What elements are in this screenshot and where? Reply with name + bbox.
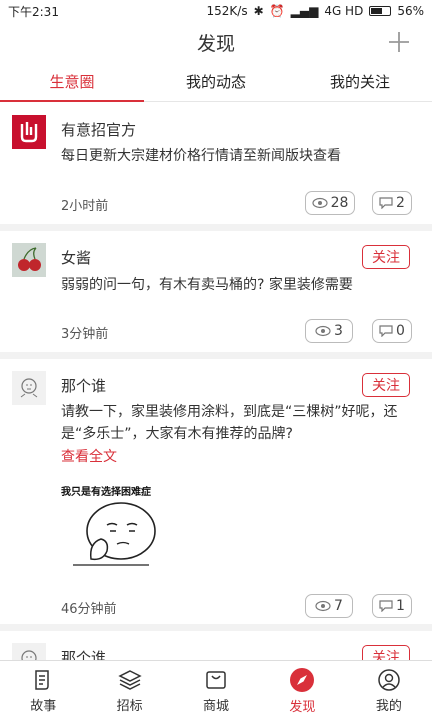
eye-icon bbox=[311, 197, 328, 209]
user-avatar[interactable] bbox=[12, 243, 46, 277]
comment-button[interactable]: 2 bbox=[372, 191, 412, 215]
shop-icon bbox=[206, 670, 226, 689]
view-count: 3 bbox=[305, 319, 353, 343]
eye-icon bbox=[315, 600, 331, 612]
layers-icon bbox=[117, 669, 142, 690]
battery-icon bbox=[369, 6, 392, 16]
story-icon bbox=[35, 669, 49, 690]
user-icon bbox=[378, 668, 400, 691]
post-author[interactable]: 那个谁 bbox=[61, 375, 106, 396]
comment-button[interactable]: 0 bbox=[372, 319, 412, 343]
tab-my-activity[interactable]: 我的动态 bbox=[144, 62, 288, 101]
read-more-link[interactable]: 查看全文 bbox=[61, 446, 117, 466]
view-count: 28 bbox=[305, 191, 355, 215]
nav-story[interactable]: 故事 bbox=[0, 661, 86, 720]
post-content[interactable]: 每日更新大宗建材价格行情请至新闻版块查看 bbox=[61, 145, 415, 167]
view-count-value: 28 bbox=[330, 195, 349, 211]
feed-post[interactable]: 女酱 关注 弱弱的问一句，有木有卖马桶的? 家里装修需要 3分钟前 3 0 bbox=[0, 231, 432, 352]
network-speed: 152K/s bbox=[206, 4, 248, 18]
status-indicators: 152K/s ✱ ⏰ ▂▄▆ 4G HD 56% bbox=[207, 4, 424, 18]
meme-face-image bbox=[73, 502, 156, 566]
follow-button[interactable]: 关注 bbox=[362, 245, 410, 269]
tab-my-follows[interactable]: 我的关注 bbox=[288, 62, 432, 101]
post-author[interactable]: 那个谁 bbox=[61, 647, 106, 660]
compass-icon bbox=[290, 667, 315, 692]
follow-button[interactable]: 关注 bbox=[362, 645, 410, 660]
post-content-line[interactable]: 请教一下，家里装修用涂料，到底是“三棵树”好呢，还 bbox=[61, 401, 415, 423]
feed-list[interactable]: 有意招官方 每日更新大宗建材价格行情请至新闻版块查看 2小时前 28 2 女酱 … bbox=[0, 103, 432, 660]
alarm-icon: ⏰ bbox=[269, 4, 285, 18]
feed-post[interactable]: 那个谁 关注 请教一下，家里装修用涂料，到底是“三棵树”好呢，还 是“多乐士”，… bbox=[0, 359, 432, 624]
comment-count-value: 0 bbox=[396, 323, 405, 339]
feed-post[interactable]: 有意招官方 每日更新大宗建材价格行情请至新闻版块查看 2小时前 28 2 bbox=[0, 103, 432, 224]
header: 发现 bbox=[0, 22, 432, 62]
post-image[interactable]: 我只是有选择困难症 bbox=[61, 477, 211, 577]
post-content[interactable]: 弱弱的问一句，有木有卖马桶的? 家里装修需要 bbox=[61, 274, 415, 296]
post-author[interactable]: 有意招官方 bbox=[61, 119, 136, 140]
nav-shop[interactable]: 商城 bbox=[173, 661, 259, 720]
comment-button[interactable]: 1 bbox=[372, 594, 412, 618]
post-time: 2小时前 bbox=[61, 199, 109, 214]
nav-label: 商城 bbox=[203, 698, 230, 714]
network-type: 4G HD bbox=[324, 4, 364, 18]
nav-label: 我的 bbox=[375, 698, 402, 714]
post-time: 46分钟前 bbox=[61, 602, 117, 617]
user-avatar[interactable] bbox=[12, 643, 46, 660]
follow-button[interactable]: 关注 bbox=[362, 373, 410, 397]
feed-post[interactable]: 那个谁 关注 bbox=[0, 631, 432, 660]
nav-mine[interactable]: 我的 bbox=[346, 661, 432, 720]
page-title: 发现 bbox=[196, 32, 235, 55]
add-icon[interactable] bbox=[386, 29, 412, 55]
nav-bidding[interactable]: 招标 bbox=[86, 661, 172, 720]
nav-discover[interactable]: 发现 bbox=[259, 661, 345, 720]
battery-level: 56% bbox=[397, 4, 424, 18]
signal-icon: ▂▄▆ bbox=[290, 4, 319, 18]
tab-business-circle[interactable]: 生意圈 bbox=[0, 62, 144, 102]
bottom-nav: 故事 招标 商城 发现 我的 bbox=[0, 660, 432, 720]
status-time: 下午2:31 bbox=[8, 4, 59, 19]
nav-label: 招标 bbox=[116, 698, 143, 714]
tab-bar: 生意圈 我的动态 我的关注 bbox=[0, 62, 432, 102]
comment-icon bbox=[379, 325, 393, 337]
view-count-value: 3 bbox=[334, 323, 343, 339]
post-time: 3分钟前 bbox=[61, 327, 109, 342]
bluetooth-icon: ✱ bbox=[253, 4, 264, 18]
view-count-value: 7 bbox=[334, 598, 343, 614]
nav-label: 故事 bbox=[30, 698, 57, 714]
post-author[interactable]: 女酱 bbox=[61, 247, 91, 268]
status-bar: 下午2:31 152K/s ✱ ⏰ ▂▄▆ 4G HD 56% bbox=[0, 0, 432, 22]
comment-count-value: 1 bbox=[396, 598, 405, 614]
eye-icon bbox=[315, 325, 331, 337]
comment-icon bbox=[379, 197, 393, 209]
view-count: 7 bbox=[305, 594, 353, 618]
post-content-line[interactable]: 是“多乐士”，大家有木有推荐的品牌? bbox=[61, 423, 415, 445]
comment-count-value: 2 bbox=[396, 195, 405, 211]
image-caption: 我只是有选择困难症 bbox=[61, 487, 151, 498]
brand-logo-avatar[interactable] bbox=[12, 115, 46, 149]
comment-icon bbox=[379, 600, 393, 612]
nav-label: 发现 bbox=[289, 699, 316, 715]
user-avatar[interactable] bbox=[12, 371, 46, 405]
